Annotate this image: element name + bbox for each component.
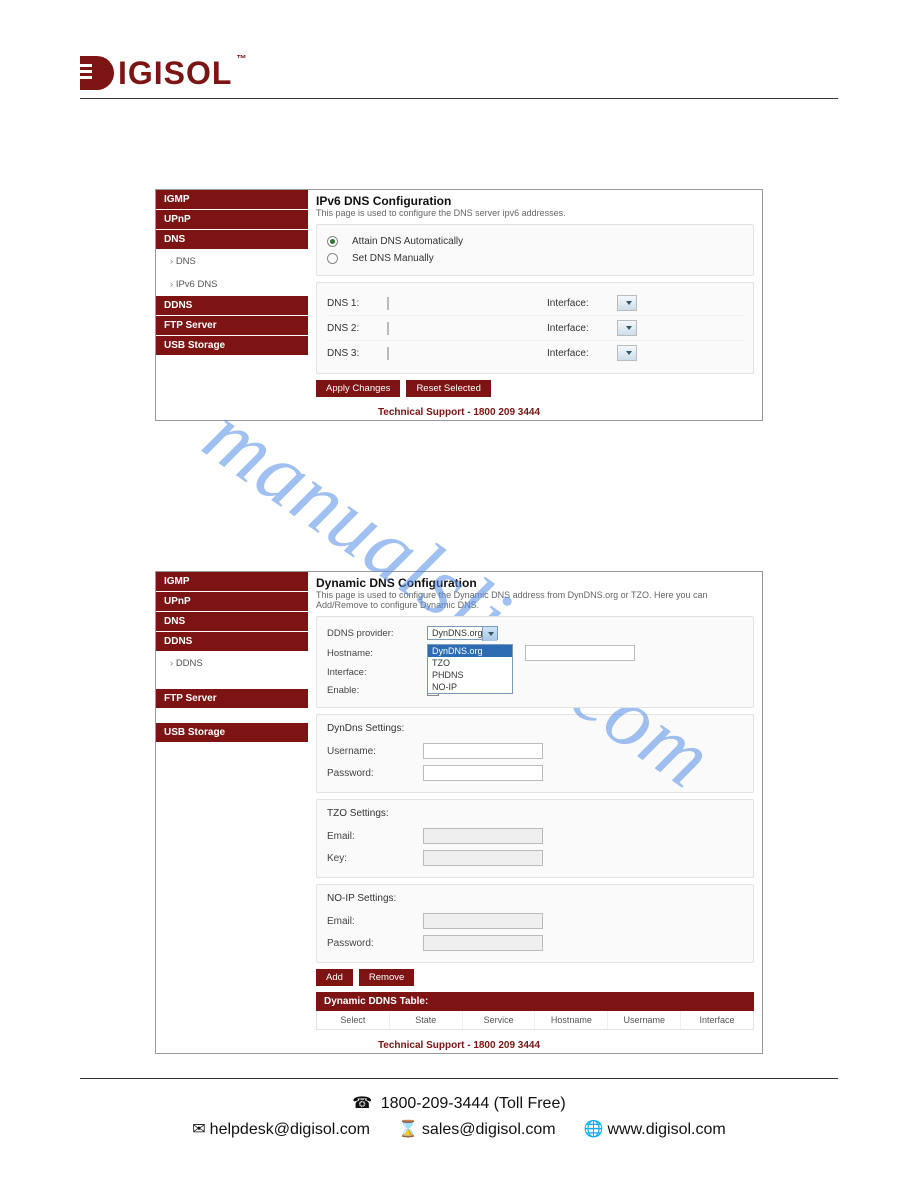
tzo-key-label: Key: [327, 853, 415, 864]
provider-select[interactable]: DynDNS.org [427, 626, 498, 640]
interface-label: Interface: [327, 667, 419, 678]
tech-support-footer-2: Technical Support - 1800 209 3444 [156, 1036, 762, 1053]
iface2-label: Interface: [547, 323, 617, 334]
ddns-table-title: Dynamic DDNS Table: [316, 992, 754, 1011]
sidebar2-usb[interactable]: USB Storage [156, 723, 308, 743]
col-hostname: Hostname [535, 1011, 608, 1029]
noip-pass-label: Password: [327, 938, 415, 949]
sidebar-subitem-dns[interactable]: DNS [156, 250, 308, 273]
ddns-desc: This page is used to configure the Dynam… [316, 590, 754, 610]
col-service: Service [463, 1011, 536, 1029]
username-input[interactable] [423, 743, 543, 759]
tzo-email-input[interactable] [423, 828, 543, 844]
sidebar-nav-1: IGMP UPnP DNS DNS IPv6 DNS DDNS FTP Serv… [156, 190, 308, 403]
sidebar2-upnp[interactable]: UPnP [156, 592, 308, 612]
sidebar-item-ftp[interactable]: FTP Server [156, 316, 308, 336]
hourglass-icon: ⌛ [398, 1117, 418, 1143]
tzo-heading: TZO Settings: [327, 808, 743, 819]
ddns-table-header: Select State Service Hostname Username I… [316, 1011, 754, 1030]
provider-label: DDNS provider: [327, 628, 419, 639]
brand-logo: IGISOL ™ [80, 56, 838, 90]
sidebar-item-usb[interactable]: USB Storage [156, 336, 308, 356]
sidebar-nav-2: IGMP UPnP DNS DDNS DDNS FTP Server USB S… [156, 572, 308, 1036]
dns2-label: DNS 2: [327, 323, 387, 334]
reset-selected-button[interactable]: Reset Selected [406, 380, 490, 397]
radio-attain-dns[interactable] [327, 236, 338, 247]
iface3-select[interactable] [617, 345, 637, 361]
sidebar-item-ddns[interactable]: DDNS [156, 296, 308, 316]
col-state: State [390, 1011, 463, 1029]
trademark-icon: ™ [236, 54, 246, 65]
hostname-label: Hostname: [327, 648, 419, 659]
sidebar2-ddns[interactable]: DDNS [156, 632, 308, 652]
sidebar-item-upnp[interactable]: UPnP [156, 210, 308, 230]
contact-web: www.digisol.com [607, 1121, 725, 1138]
username-label: Username: [327, 746, 415, 757]
screenshot-ipv6-dns: IGMP UPnP DNS DNS IPv6 DNS DDNS FTP Serv… [155, 189, 763, 421]
apply-changes-button[interactable]: Apply Changes [316, 380, 400, 397]
phone-icon: ☎ [352, 1091, 372, 1117]
sidebar2-dns[interactable]: DNS [156, 612, 308, 632]
globe-icon: 🌐 [584, 1117, 604, 1143]
col-select: Select [317, 1011, 390, 1029]
iface1-select[interactable] [617, 295, 637, 311]
sidebar2-ftp[interactable]: FTP Server [156, 689, 308, 709]
sidebar-item-dns[interactable]: DNS [156, 230, 308, 250]
dns3-input[interactable] [387, 347, 389, 360]
mail-icon: ✉ [192, 1117, 205, 1143]
tech-support-footer: Technical Support - 1800 209 3444 [156, 403, 762, 420]
page-description: This page is used to configure the DNS s… [316, 208, 754, 218]
contact-block: ☎ 1800-209-3444 (Toll Free) ✉ helpdesk@di… [80, 1091, 838, 1142]
contact-sales: sales@digisol.com [422, 1121, 556, 1138]
noip-heading: NO-IP Settings: [327, 893, 743, 904]
dns1-label: DNS 1: [327, 298, 387, 309]
provider-opt-noip[interactable]: NO-IP [428, 681, 512, 693]
radio-set-dns[interactable] [327, 253, 338, 264]
dns3-label: DNS 3: [327, 348, 387, 359]
sidebar2-subddns[interactable]: DDNS [156, 652, 308, 675]
col-interface: Interface [681, 1011, 753, 1029]
provider-opt-dyndns[interactable]: DynDNS.org [428, 645, 512, 657]
contact-email: helpdesk@digisol.com [210, 1121, 370, 1138]
brand-name: IGISOL [118, 56, 232, 90]
ddns-title: Dynamic DNS Configuration [316, 576, 754, 590]
enable-label: Enable: [327, 685, 419, 696]
page-title: IPv6 DNS Configuration [316, 194, 754, 208]
password-label: Password: [327, 768, 415, 779]
iface3-label: Interface: [547, 348, 617, 359]
sidebar-item-igmp[interactable]: IGMP [156, 190, 308, 210]
screenshot-ddns: IGMP UPnP DNS DDNS DDNS FTP Server USB S… [155, 571, 763, 1054]
hostname-input[interactable] [525, 645, 635, 661]
logo-mark-icon [80, 56, 114, 90]
radio-attain-label: Attain DNS Automatically [352, 236, 463, 247]
tzo-key-input[interactable] [423, 850, 543, 866]
provider-opt-tzo[interactable]: TZO [428, 657, 512, 669]
password-input[interactable] [423, 765, 543, 781]
noip-pass-input[interactable] [423, 935, 543, 951]
add-button[interactable]: Add [316, 969, 353, 986]
contact-phone: 1800-209-3444 (Toll Free) [381, 1095, 566, 1112]
radio-set-label: Set DNS Manually [352, 253, 434, 264]
sidebar-subitem-ipv6dns[interactable]: IPv6 DNS [156, 273, 308, 296]
footer-divider [80, 1078, 838, 1079]
remove-button[interactable]: Remove [359, 969, 414, 986]
sidebar2-igmp[interactable]: IGMP [156, 572, 308, 592]
tzo-email-label: Email: [327, 831, 415, 842]
iface2-select[interactable] [617, 320, 637, 336]
dns1-input[interactable] [387, 297, 389, 310]
dns2-input[interactable] [387, 322, 389, 335]
dyndns-heading: DynDns Settings: [327, 723, 743, 734]
provider-dropdown-list: DynDNS.org TZO PHDNS NO-IP [427, 644, 513, 694]
noip-email-label: Email: [327, 916, 415, 927]
iface1-label: Interface: [547, 298, 617, 309]
provider-opt-phdns[interactable]: PHDNS [428, 669, 512, 681]
col-username: Username [608, 1011, 681, 1029]
noip-email-input[interactable] [423, 913, 543, 929]
